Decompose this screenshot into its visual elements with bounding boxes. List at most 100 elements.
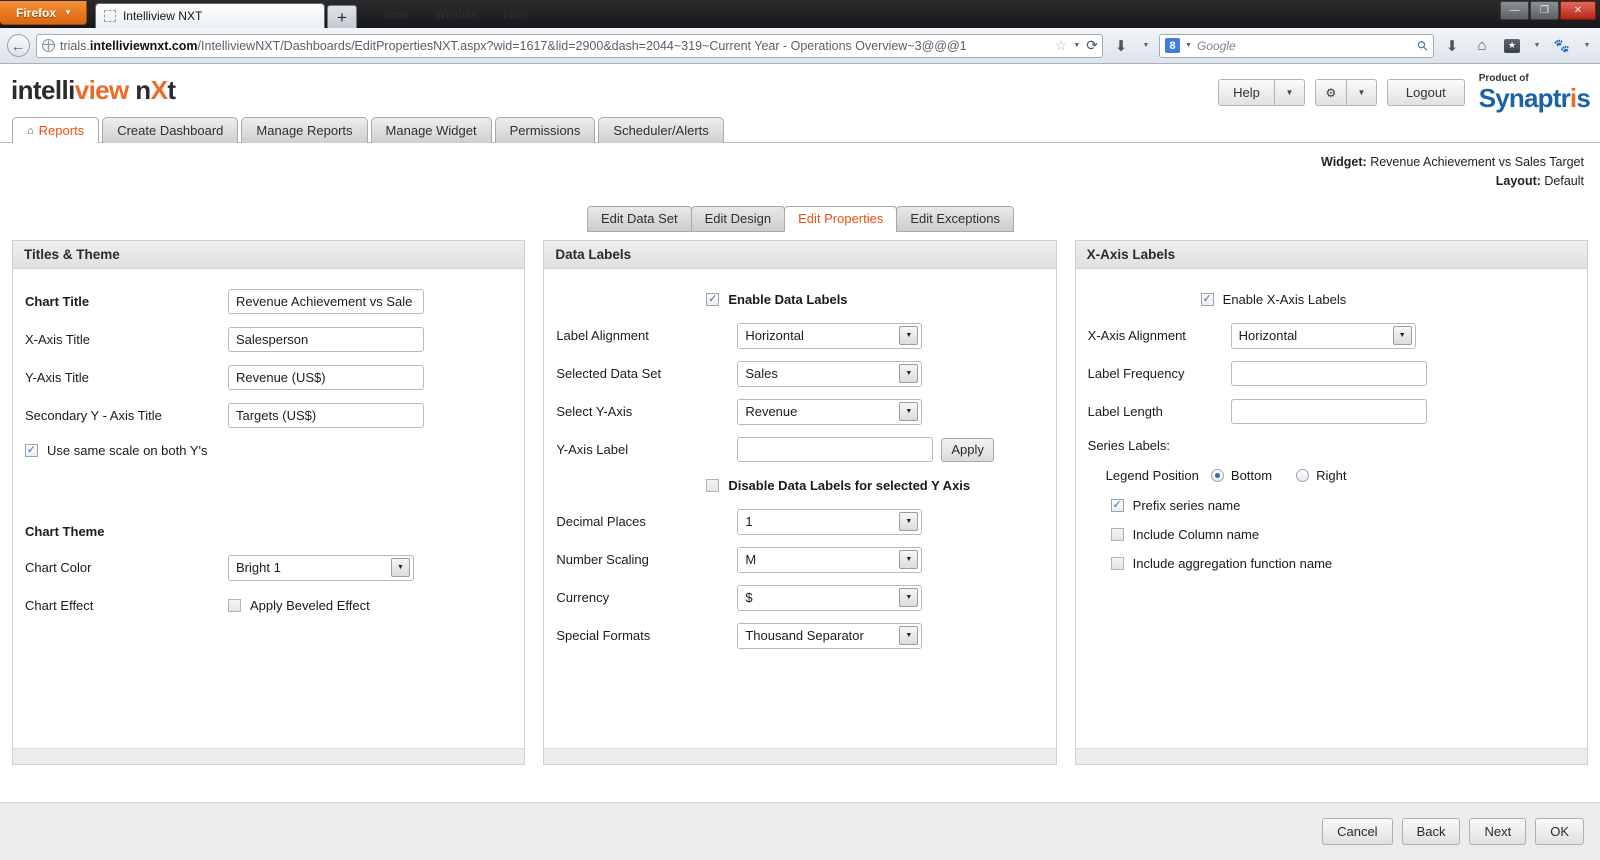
restore-button[interactable]: ❐ (1530, 1, 1559, 20)
legend-bottom-radio[interactable] (1210, 469, 1224, 483)
chevron-down-icon[interactable]: ▼ (1073, 42, 1080, 49)
label-length-input[interactable] (1230, 399, 1427, 425)
next-button[interactable]: Next (1469, 818, 1527, 845)
legend-right-option[interactable]: Right (1296, 468, 1346, 483)
enable-data-labels-checkbox[interactable]: ✓ (706, 293, 720, 307)
x-axis-title-input[interactable]: Salesperson (228, 327, 424, 353)
chevron-down-icon: ▼ (899, 588, 919, 608)
help-dropdown-button[interactable]: ▼ (1274, 79, 1305, 106)
include-column-name-checkbox[interactable] (1110, 527, 1124, 541)
menu-window[interactable]: Window (435, 7, 478, 21)
search-icon[interactable]: ⚲ (1414, 36, 1432, 54)
disable-data-labels-label: Disable Data Labels for selected Y Axis (728, 478, 971, 494)
settings-button-group: ⚙ ▼ (1314, 79, 1377, 106)
firefox-menu-label: Firefox (16, 5, 57, 20)
subtab-edit-exceptions[interactable]: Edit Exceptions (896, 205, 1014, 232)
secondary-y-axis-title-input[interactable]: Targets (US$) (228, 403, 424, 429)
widget-info-widget: Widget: Revenue Achievement vs Sales Tar… (0, 153, 1584, 172)
new-tab-button[interactable]: + (326, 5, 357, 28)
bookmarks-button[interactable]: ★ (1500, 34, 1524, 58)
label-alignment-select[interactable]: Horizontal ▼ (737, 322, 923, 349)
chevron-down-icon[interactable]: ▼ (1185, 42, 1192, 49)
legend-bottom-option[interactable]: Bottom (1210, 468, 1273, 484)
tab-reports[interactable]: ⌂ Reports (12, 117, 100, 143)
apply-button[interactable]: Apply (941, 437, 994, 462)
apply-beveled-effect-checkbox[interactable] (228, 599, 241, 613)
window-titlebar: Firefox ▼ Intelliview NXT + View Window … (0, 0, 1600, 28)
number-scaling-select[interactable]: M ▼ (737, 546, 923, 573)
subtab-edit-design[interactable]: Edit Design (690, 205, 786, 232)
decimal-places-select[interactable]: 1 ▼ (737, 508, 923, 535)
tab-manage-reports[interactable]: Manage Reports (241, 117, 368, 143)
firefox-menu-button[interactable]: Firefox ▼ (0, 1, 87, 25)
synaptris-wordmark: Synaptris (1478, 83, 1591, 113)
widget-info: Widget: Revenue Achievement vs Sales Tar… (0, 143, 1600, 192)
home-button[interactable]: ⌂ (1470, 34, 1494, 58)
legend-bottom-label: Bottom (1230, 468, 1273, 484)
bookmarks-dropdown-button[interactable]: ▼ (1530, 34, 1544, 58)
select-y-axis-select[interactable]: Revenue ▼ (737, 398, 923, 425)
include-aggregation-name-label: Include aggregation function name (1132, 555, 1333, 571)
cancel-button[interactable]: Cancel (1322, 818, 1393, 845)
help-button[interactable]: Help (1218, 79, 1275, 106)
selected-data-set-select[interactable]: Sales ▼ (737, 360, 923, 387)
downloads-button[interactable]: ⬇ (1440, 34, 1464, 58)
back-button[interactable]: Back (1401, 818, 1461, 845)
panel-titles-theme-header: Titles & Theme (13, 240, 525, 269)
chevron-down-icon: ▼ (899, 402, 919, 422)
settings-button[interactable]: ⚙ (1314, 79, 1347, 106)
browser-tab[interactable]: Intelliview NXT (94, 3, 325, 28)
menu-help[interactable]: Help (503, 7, 528, 21)
legend-right-radio[interactable] (1296, 469, 1310, 483)
tab-create-dashboard[interactable]: Create Dashboard (102, 117, 239, 143)
menu-view[interactable]: View (383, 7, 409, 21)
include-aggregation-name-checkbox[interactable] (1110, 556, 1124, 570)
chevron-down-icon: ▼ (899, 550, 919, 570)
x-axis-alignment-select[interactable]: Horizontal ▼ (1230, 322, 1416, 349)
back-button[interactable]: ← (6, 34, 30, 58)
row-x-axis-alignment: X-Axis Alignment Horizontal ▼ (1088, 317, 1575, 355)
row-chart-effect: Chart Effect Apply Beveled Effect (25, 587, 512, 625)
label-frequency-input[interactable] (1230, 361, 1427, 387)
disable-data-labels-checkbox[interactable] (706, 479, 720, 493)
tab-manage-widget[interactable]: Manage Widget (370, 117, 492, 143)
settings-dropdown-button[interactable]: ▼ (1346, 79, 1377, 106)
y-axis-label-input[interactable] (737, 437, 934, 463)
url-bar[interactable]: trials.intelliviewnxt.com/IntelliviewNXT… (36, 33, 1103, 58)
select-y-axis-value: Revenue (745, 404, 798, 420)
ok-button[interactable]: OK (1535, 818, 1584, 845)
subtab-edit-properties[interactable]: Edit Properties (784, 205, 898, 232)
tab-scheduler-alerts[interactable]: Scheduler/Alerts (598, 117, 724, 143)
toolbar-overflow-button[interactable]: ▼ (1580, 34, 1594, 58)
chevron-down-icon: ▼ (899, 326, 919, 346)
tab-permissions[interactable]: Permissions (494, 117, 596, 143)
row-chart-color: Chart Color Bright 1 ▼ (25, 549, 512, 587)
prefix-series-name-checkbox[interactable]: ✓ (1110, 498, 1124, 512)
bookmark-star-icon[interactable]: ☆ (1055, 37, 1068, 54)
download-indicator-button[interactable]: ⬇ (1109, 34, 1133, 58)
search-bar[interactable]: 8 ▼ Google ⚲ (1159, 33, 1434, 58)
addon-button[interactable]: 🐾 (1550, 34, 1574, 58)
row-secondary-y-title: Secondary Y - Axis Title Targets (US$) (25, 397, 512, 435)
logout-button[interactable]: Logout (1386, 79, 1465, 106)
download-dropdown-button[interactable]: ▼ (1139, 34, 1153, 58)
panel-titles-theme-footer (13, 747, 525, 764)
minimize-button[interactable]: — (1500, 1, 1529, 20)
row-include-column-name: Include Column name (1088, 520, 1575, 549)
decimal-places-label: Decimal Places (556, 514, 646, 530)
use-same-scale-checkbox[interactable]: ✓ (25, 444, 38, 458)
beveled-effect-group: Apply Beveled Effect (228, 598, 370, 613)
close-window-button[interactable]: ✕ (1560, 1, 1596, 20)
chart-color-select[interactable]: Bright 1 ▼ (228, 554, 414, 581)
chevron-down-icon: ▼ (899, 364, 919, 384)
minimize-icon: — (1509, 5, 1520, 16)
y-axis-title-input[interactable]: Revenue (US$) (228, 365, 424, 391)
reload-icon[interactable]: ⟳ (1086, 37, 1098, 54)
enable-x-axis-labels-checkbox[interactable]: ✓ (1200, 293, 1214, 307)
row-x-axis-title: X-Axis Title Salesperson (25, 321, 512, 359)
chart-title-input[interactable]: Revenue Achievement vs Sale (228, 289, 424, 315)
special-formats-select[interactable]: Thousand Separator ▼ (737, 622, 923, 649)
currency-select[interactable]: $ ▼ (737, 584, 923, 611)
currency-label: Currency (556, 590, 610, 606)
subtab-edit-data-set[interactable]: Edit Data Set (587, 205, 692, 232)
